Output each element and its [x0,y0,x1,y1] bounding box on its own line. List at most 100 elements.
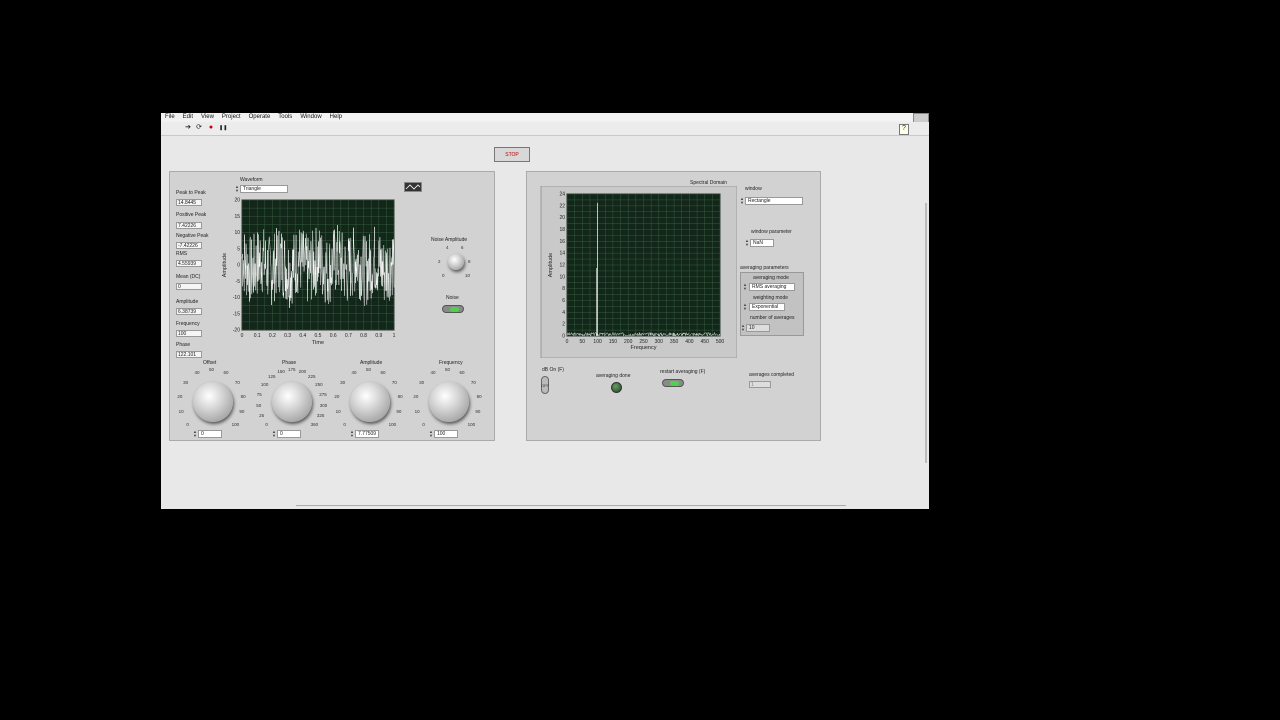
knob-tick: 50 [366,367,372,372]
abort-icon[interactable]: ● [207,124,215,132]
knob-tick: 20 [177,393,183,399]
knob-frequency[interactable] [429,382,469,422]
menu-project[interactable]: Project [218,113,245,122]
knob-tick: 40 [194,370,200,376]
spectral-y-tick: 12 [559,263,565,269]
run-continuously-icon[interactable]: ⟳ [195,124,203,132]
knob-tick: 275 [319,391,327,397]
averages-completed-label: averages completed [749,372,795,378]
knob-tick: 200 [298,368,307,374]
spectral-y-tick: 6 [562,298,565,304]
menu-file[interactable]: File [161,113,179,122]
spectral-y-tick: 8 [562,286,565,292]
knob-tick: 100 [388,421,397,427]
averaging-mode-select[interactable]: RMS averaging [749,283,795,291]
number-of-averages-arrows[interactable]: ▲ ▼ [741,324,745,332]
menu-tools[interactable]: Tools [274,113,296,122]
time-x-tick: 0.4 [299,333,306,339]
noise-switch[interactable] [442,305,464,313]
waveform-label: Waveform [240,177,263,183]
waveform-select[interactable]: Triangle [240,185,288,193]
knob-value-arrows[interactable]: ▲ ▼ [350,430,354,438]
averaging-done-led [611,382,622,393]
time-x-tick: 0.1 [254,333,261,339]
noise-amplitude-tick: 8 [468,259,471,264]
noise-amplitude-tick: 10 [465,273,471,278]
spectral-y-tick: 18 [559,227,565,233]
noise-amplitude-tick: 0 [442,273,445,278]
spectral-y-tick: 24 [559,192,565,198]
knob-offset[interactable] [193,382,233,422]
db-on-state: OFF [541,383,549,388]
knob-phase[interactable] [272,382,312,422]
knob-value-arrows[interactable]: ▲ ▼ [193,430,197,438]
time-x-tick: 0.9 [375,333,382,339]
spectral-x-tick: 450 [701,339,710,345]
vertical-scrollbar[interactable] [925,203,927,463]
knob-tick: 60 [459,370,465,376]
knob-tick: 325 [316,412,325,418]
horizontal-scrollbar[interactable] [296,505,846,506]
averaging-mode-arrows[interactable]: ▲ ▼ [743,283,747,291]
window-parameter-field[interactable]: NaN [750,239,774,247]
knob-value-field[interactable]: 100 [434,430,458,438]
frequency-indicator: 100 [176,330,202,337]
menu-window[interactable]: Window [296,113,325,122]
db-on-toggle[interactable]: OFF [541,376,549,394]
noise-amplitude-knob[interactable] [448,254,464,270]
knob-value-arrows[interactable]: ▲ ▼ [272,430,276,438]
knob-tick: 50 [209,367,215,372]
negative-peak-label: Negative Peak [176,233,209,239]
time-y-tick: -20 [233,328,240,334]
time-x-tick: 0.3 [284,333,291,339]
menu-operate[interactable]: Operate [245,113,275,122]
knob-tick: 0 [265,421,268,427]
knob-tick: 60 [380,370,386,376]
averages-completed-indicator: 1 [749,381,771,388]
knob-tick: 10 [414,408,420,414]
knob-tick: 90 [396,408,402,414]
spectral-y-tick: 14 [559,251,565,257]
labview-window: File Edit View Project Operate Tools Win… [161,113,929,509]
window-parameter-arrows[interactable]: ▲ ▼ [745,239,749,247]
context-help-icon[interactable]: ? [899,124,909,135]
knob-value-field[interactable]: 0 [277,430,301,438]
phase-indicator: 122.101 [176,351,202,358]
time-x-tick: 1 [393,333,396,339]
window-ring-arrows[interactable]: ▲ ▼ [740,197,744,205]
pause-icon[interactable]: ❚❚ [219,124,227,132]
knob-value-field[interactable]: 7.77509 [355,430,379,438]
menu-view[interactable]: View [197,113,218,122]
knob-tick: 30 [340,380,346,386]
restart-averaging-switch[interactable] [662,379,684,387]
knob-tick: 90 [475,408,481,414]
number-of-averages-label: number of averages [750,315,795,321]
time-x-tick: 0 [241,333,244,339]
window-select[interactable]: Rectangle [745,197,803,205]
weighting-mode-arrows[interactable]: ▲ ▼ [743,303,747,311]
time-y-tick: -5 [236,279,241,285]
spectral-y-tick: 4 [562,310,565,316]
knob-value-field[interactable]: 0 [198,430,222,438]
time-x-tick: 0.7 [345,333,352,339]
amplitude-label: Amplitude [176,299,199,305]
menu-help[interactable]: Help [326,113,346,122]
rms-label: RMS [176,251,188,257]
menu-edit[interactable]: Edit [179,113,197,122]
menu-bar: File Edit View Project Operate Tools Win… [161,113,929,122]
knob-label-phase: Phase [282,360,297,366]
window-parameter-label: window parameter [751,229,792,235]
toolbar: ➔ ⟳ ● ❚❚ [161,122,929,136]
knob-tick: 175 [288,367,296,372]
stop-button[interactable]: STOP [494,147,530,162]
restart-averaging-label: restart averaging (F) [660,369,706,375]
waveform-ring-arrows[interactable]: ▲ ▼ [235,185,239,193]
knob-value-arrows[interactable]: ▲ ▼ [429,430,433,438]
knob-tick: 125 [268,373,276,379]
run-arrow-icon[interactable]: ➔ [184,124,192,132]
weighting-mode-select[interactable]: Exponential [749,303,785,311]
spectral-y-tick: 10 [559,274,565,280]
knob-tick: 60 [223,370,229,376]
number-of-averages-field[interactable]: 10 [746,324,770,332]
knob-amplitude[interactable] [350,382,390,422]
